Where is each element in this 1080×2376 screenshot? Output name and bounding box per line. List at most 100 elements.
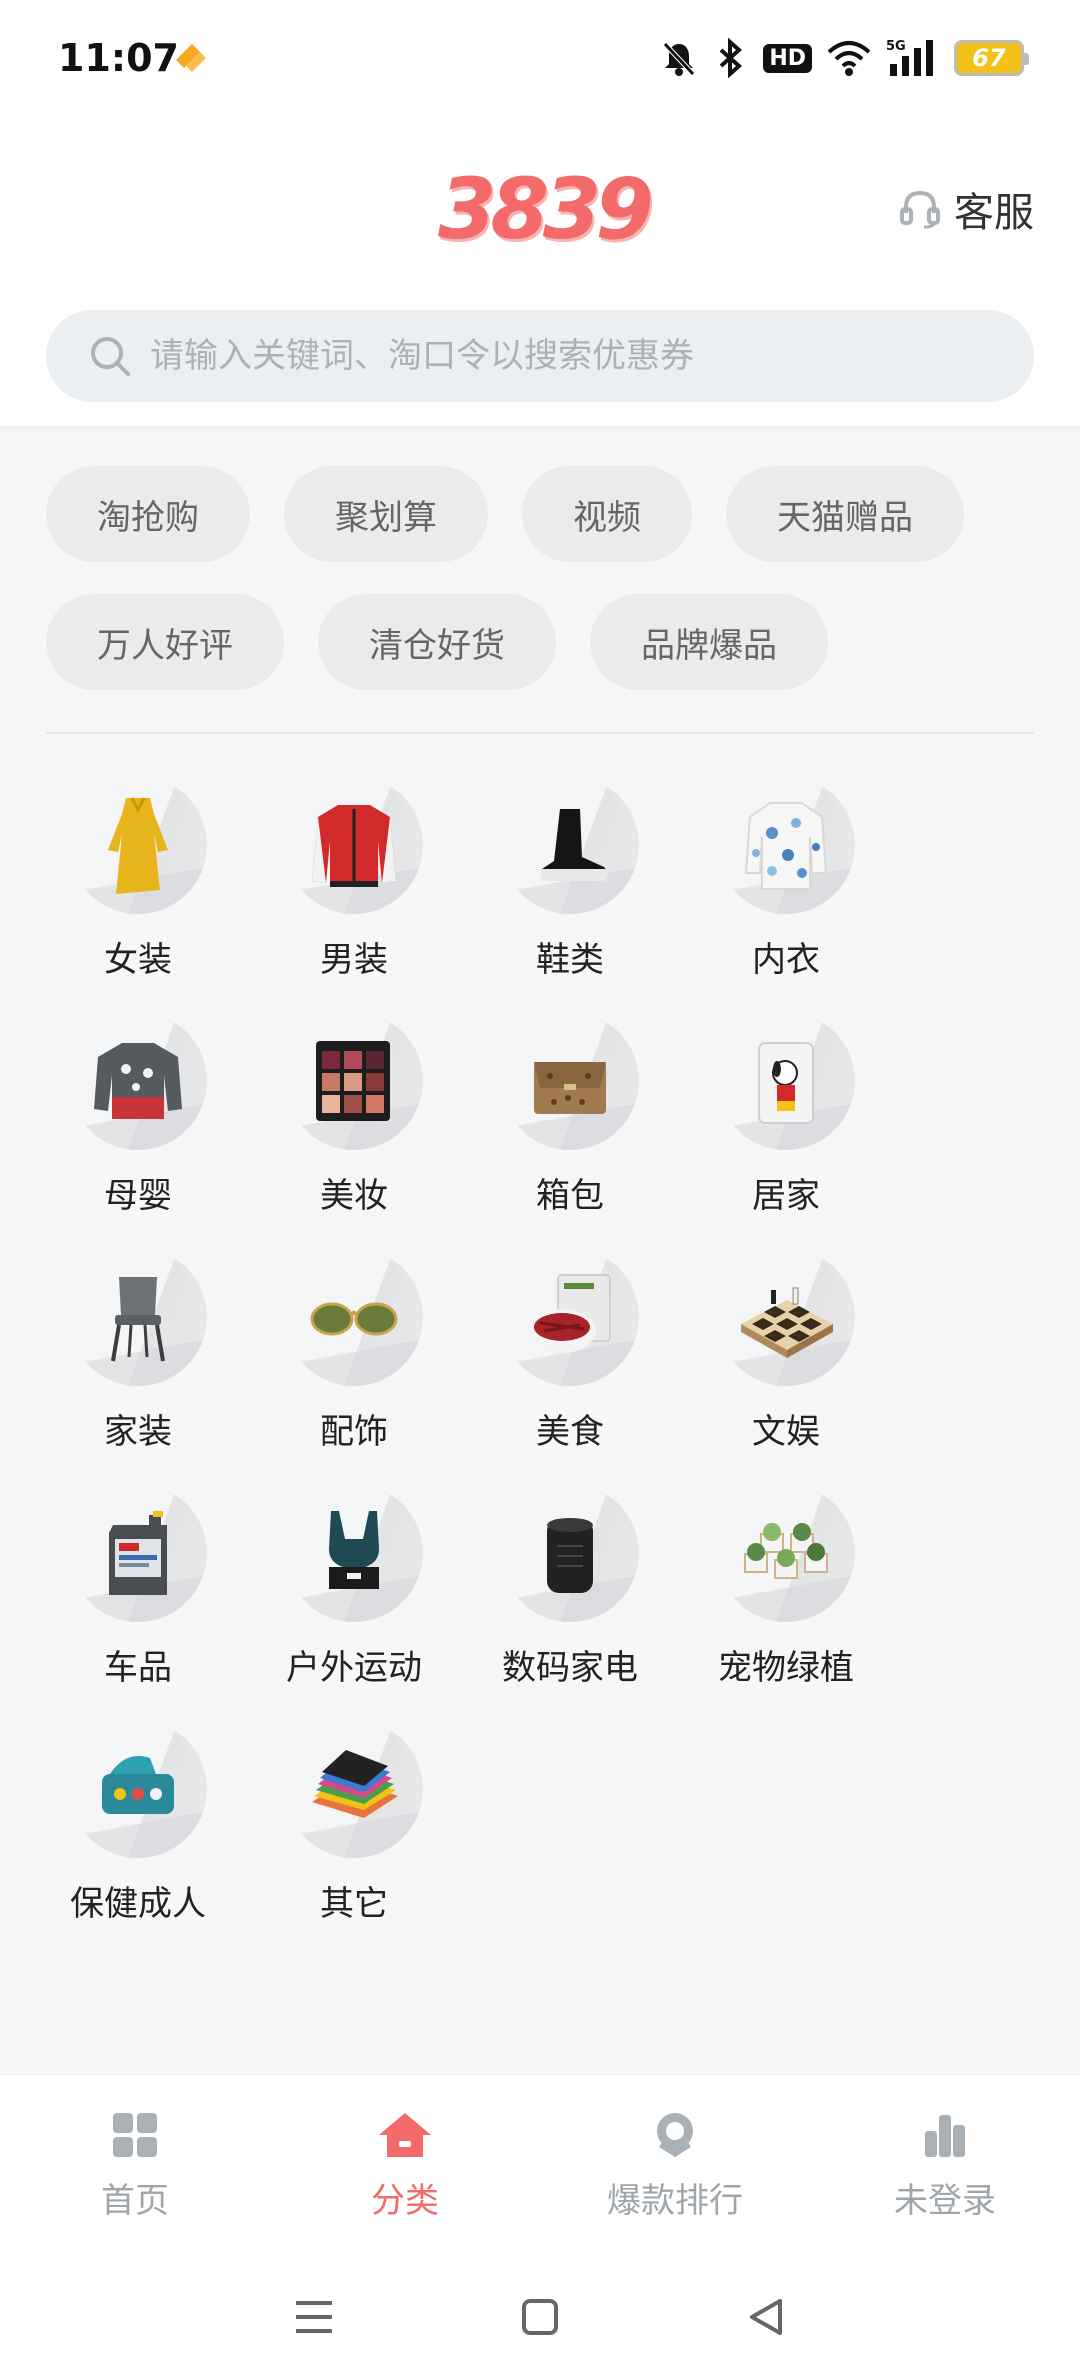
category-thumbnail xyxy=(501,1484,639,1622)
nav-label: 首页 xyxy=(101,2181,169,2221)
baby-sweater-icon xyxy=(94,1043,182,1119)
category-label: 内衣 xyxy=(752,940,820,980)
category-label: 宠物绿植 xyxy=(718,1648,854,1688)
category-house-icon xyxy=(379,2113,431,2157)
category-thumbnail xyxy=(69,1484,207,1622)
category-label: 保健成人 xyxy=(70,1884,206,1924)
search-input[interactable] xyxy=(150,336,1010,376)
category-thumbnail xyxy=(285,1720,423,1858)
category-item[interactable]: 家装 xyxy=(30,1248,246,1484)
tag-button[interactable]: 淘抢购 xyxy=(46,466,250,562)
search-bar[interactable] xyxy=(46,310,1034,402)
floral-shirt-icon xyxy=(744,802,828,890)
tag-button[interactable]: 清仓好货 xyxy=(318,594,556,690)
category-thumbnail xyxy=(717,1248,855,1386)
headset-icon xyxy=(900,190,940,229)
category-thumbnail xyxy=(69,1720,207,1858)
category-label: 男装 xyxy=(320,940,388,980)
category-item[interactable]: 美食 xyxy=(462,1248,678,1484)
signal-5g-icon: 5G xyxy=(886,39,933,76)
bottom-nav: 首页 分类 爆款排行 未登录 xyxy=(0,2074,1080,2258)
category-thumbnail xyxy=(717,1484,855,1622)
search-icon xyxy=(91,337,130,376)
category-grid: 女装 男装 鞋类 内衣 母婴 美妆 箱包 居家 家装 配饰 美食 文娱 车品 户… xyxy=(30,776,1050,1956)
category-label: 母婴 xyxy=(104,1176,172,1216)
category-item[interactable]: 车品 xyxy=(30,1484,246,1720)
category-item[interactable]: 保健成人 xyxy=(30,1720,246,1956)
jerky-snack-icon xyxy=(528,1274,611,1353)
status-time: 11:07 xyxy=(58,36,179,80)
bell-muted-icon xyxy=(663,42,696,76)
wifi-icon xyxy=(827,41,871,76)
hd-badge: HD xyxy=(763,43,812,73)
category-thumbnail xyxy=(501,1012,639,1150)
battery-indicator: 67 xyxy=(954,40,1029,76)
category-item[interactable]: 户外运动 xyxy=(246,1484,462,1720)
quick-tags-row-2: 万人好评 清仓好货 品牌爆品 xyxy=(46,594,1036,690)
home-grid-icon xyxy=(113,2113,157,2157)
category-item[interactable]: 文娱 xyxy=(678,1248,894,1484)
category-label: 文娱 xyxy=(752,1412,820,1452)
home-square-icon[interactable] xyxy=(521,2298,559,2336)
category-item[interactable]: 配饰 xyxy=(246,1248,462,1484)
category-thumbnail xyxy=(69,776,207,914)
category-item[interactable]: 美妆 xyxy=(246,1012,462,1248)
pill-box-icon xyxy=(102,1756,174,1814)
category-label: 箱包 xyxy=(536,1176,604,1216)
tag-button[interactable]: 视频 xyxy=(522,466,692,562)
tag-button[interactable]: 聚划算 xyxy=(284,466,488,562)
category-label: 户外运动 xyxy=(286,1648,422,1688)
category-item[interactable]: 内衣 xyxy=(678,776,894,1012)
category-thumbnail xyxy=(285,1248,423,1386)
category-item[interactable]: 宠物绿植 xyxy=(678,1484,894,1720)
svg-text:5G: 5G xyxy=(886,39,906,54)
category-thumbnail xyxy=(717,776,855,914)
category-label: 配饰 xyxy=(320,1412,388,1452)
customer-service-label: 客服 xyxy=(954,190,1034,236)
engine-oil-icon xyxy=(109,1511,167,1595)
category-item[interactable]: 女装 xyxy=(30,776,246,1012)
category-thumbnail xyxy=(69,1012,207,1150)
nav-label: 爆款排行 xyxy=(607,2181,743,2221)
quick-tags: 淘抢购 聚划算 视频 天猫赠品 万人好评 清仓好货 品牌爆品 xyxy=(46,466,1036,722)
nav-item-home[interactable]: 首页 xyxy=(0,2075,270,2258)
nav-item-category[interactable]: 分类 xyxy=(270,2075,540,2258)
divider xyxy=(46,732,1034,734)
profile-bars-icon xyxy=(925,2115,965,2157)
sports-bra-icon xyxy=(329,1511,379,1589)
customer-service-button[interactable]: 客服 xyxy=(898,180,1034,238)
tag-button[interactable]: 品牌爆品 xyxy=(590,594,828,690)
tag-button[interactable]: 万人好评 xyxy=(46,594,284,690)
eyeshadow-palette-icon xyxy=(316,1041,390,1121)
back-triangle-icon[interactable] xyxy=(746,2297,786,2337)
nav-item-ranking[interactable]: 爆款排行 xyxy=(540,2075,810,2258)
category-item[interactable]: 数码家电 xyxy=(462,1484,678,1720)
succulents-icon xyxy=(744,1523,828,1579)
category-item[interactable]: 居家 xyxy=(678,1012,894,1248)
tag-button[interactable]: 天猫赠品 xyxy=(726,466,964,562)
header: 3839 客服 xyxy=(0,120,1080,426)
category-label: 美食 xyxy=(536,1412,604,1452)
category-label: 家装 xyxy=(104,1412,172,1452)
category-item[interactable]: 男装 xyxy=(246,776,462,1012)
sunglasses-icon xyxy=(310,1302,398,1336)
sock-boot-icon xyxy=(540,809,608,881)
category-item[interactable]: 其它 xyxy=(246,1720,462,1956)
category-thumbnail xyxy=(285,1012,423,1150)
nav-item-profile[interactable]: 未登录 xyxy=(810,2075,1080,2258)
yellow-dress-icon xyxy=(108,797,168,894)
app-logo: 3839 xyxy=(438,160,654,258)
category-thumbnail xyxy=(717,1012,855,1150)
system-nav-bar xyxy=(0,2258,1080,2376)
bluetooth-icon xyxy=(719,38,743,78)
category-label: 其它 xyxy=(320,1884,388,1924)
category-thumbnail xyxy=(501,776,639,914)
category-item[interactable]: 母婴 xyxy=(30,1012,246,1248)
ranking-badge-icon xyxy=(657,2113,693,2157)
category-thumbnail xyxy=(501,1248,639,1386)
category-item[interactable]: 鞋类 xyxy=(462,776,678,1012)
menu-icon[interactable] xyxy=(294,2299,334,2335)
category-item[interactable]: 箱包 xyxy=(462,1012,678,1248)
category-label: 鞋类 xyxy=(536,940,604,980)
speaker-icon xyxy=(547,1518,593,1593)
